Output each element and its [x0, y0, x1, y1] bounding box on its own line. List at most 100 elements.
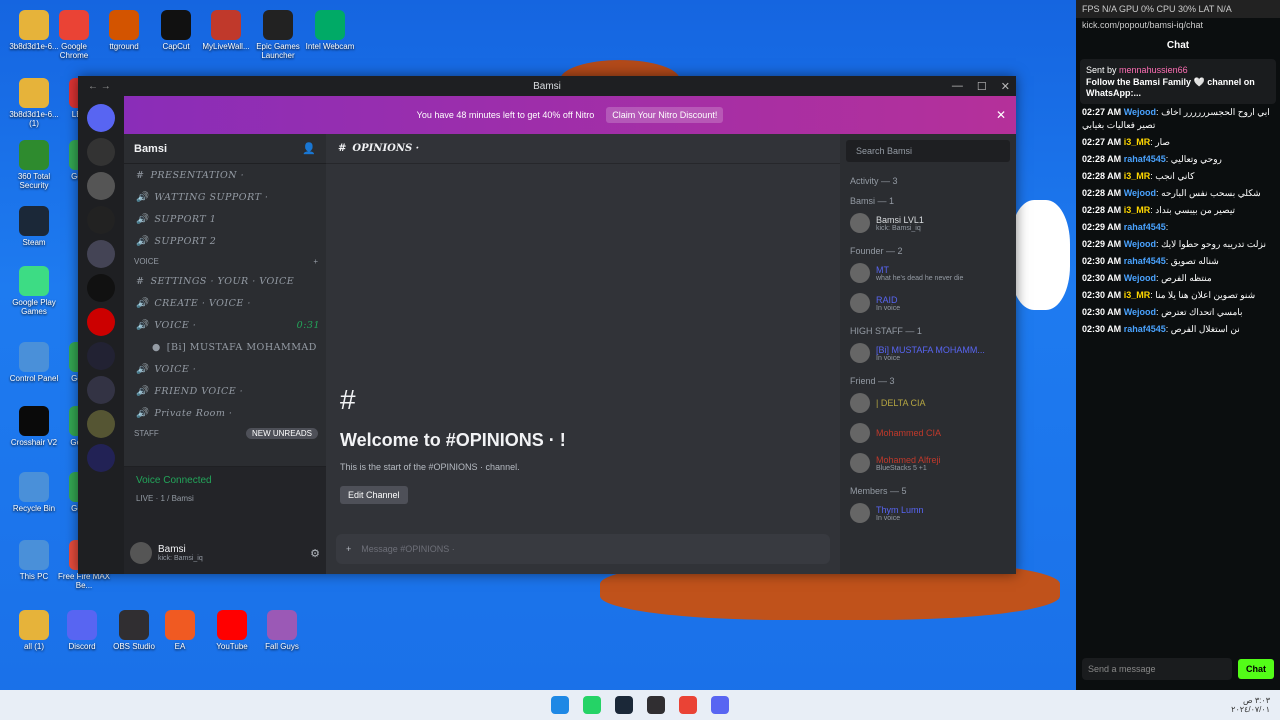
- search-input[interactable]: Search Bamsi: [846, 140, 1010, 162]
- server-icon[interactable]: [87, 342, 115, 370]
- message-user[interactable]: i3_MR: [1124, 290, 1151, 300]
- channel-item[interactable]: # PRESENTATION ·: [124, 164, 326, 186]
- chat-send-button[interactable]: Chat: [1238, 659, 1274, 679]
- settings-icon[interactable]: ⚙: [310, 547, 320, 560]
- server-icon[interactable]: [87, 376, 115, 404]
- desktop-icon[interactable]: OBS Studio: [108, 610, 160, 651]
- app-icon: [19, 406, 49, 436]
- message-user[interactable]: i3_MR: [1124, 137, 1151, 147]
- voice-category[interactable]: VOICE +: [124, 252, 326, 270]
- pinned-user[interactable]: mennahussien66: [1119, 65, 1188, 75]
- desktop-icon[interactable]: EA: [154, 610, 206, 651]
- add-channel-icon[interactable]: +: [313, 257, 318, 266]
- message-user[interactable]: i3_MR: [1124, 205, 1151, 215]
- activity-header[interactable]: Activity — 3: [840, 168, 1016, 188]
- server-header[interactable]: Bamsi 👤: [124, 134, 326, 164]
- member-item[interactable]: RAID In voice: [840, 288, 1016, 318]
- send-message-input[interactable]: Send a message: [1082, 658, 1232, 680]
- desktop-icon[interactable]: ttground: [98, 10, 150, 51]
- desktop-icon[interactable]: Intel Webcam: [304, 10, 356, 51]
- add-icon[interactable]: +: [346, 544, 351, 554]
- server-icon[interactable]: [87, 274, 115, 302]
- staff-category[interactable]: STAFF NEW UNREADS: [124, 424, 326, 442]
- message-user[interactable]: rahaf4545: [1124, 256, 1166, 266]
- desktop-icon[interactable]: 360 Total Security: [8, 140, 60, 190]
- app-icon: [19, 206, 49, 236]
- desktop-icon[interactable]: all (1): [8, 610, 60, 651]
- message-text: شنو تصوين اعلان هنا يلا منا: [1155, 290, 1256, 300]
- whatsapp-icon[interactable]: [583, 696, 601, 714]
- close-icon[interactable]: ✕: [996, 108, 1006, 122]
- message-user[interactable]: i3_MR: [1124, 171, 1151, 181]
- server-icon[interactable]: [87, 240, 115, 268]
- add-member-icon[interactable]: 👤: [302, 142, 316, 155]
- message-user[interactable]: Wejood: [1124, 107, 1156, 117]
- server-icon[interactable]: [87, 138, 115, 166]
- server-icon[interactable]: [87, 206, 115, 234]
- channel-item[interactable]: 🔊 Private Room ·: [124, 402, 326, 424]
- maximize-button[interactable]: ☐: [977, 80, 987, 93]
- channel-item[interactable]: ● [Bi] MUSTAFA MOHAMMAD: [124, 336, 326, 358]
- member-item[interactable]: Mohamed Alfreji BlueStacks 5 +1: [840, 448, 1016, 478]
- message-user[interactable]: Wejood: [1124, 188, 1156, 198]
- chat-message: 02:28 AM i3_MR: كاني انجب: [1082, 171, 1195, 181]
- url-bar[interactable]: kick.com/popout/bamsi-iq/chat: [1076, 18, 1280, 32]
- desktop-icon[interactable]: Steam: [8, 206, 60, 247]
- desktop-icon[interactable]: MyLiveWall...: [200, 10, 252, 51]
- server-icon[interactable]: [87, 104, 115, 132]
- desktop-icon[interactable]: This PC: [8, 540, 60, 581]
- windows-start-icon[interactable]: [551, 696, 569, 714]
- channel-item[interactable]: 🔊 FRIEND VOICE ·: [124, 380, 326, 402]
- edit-channel-button[interactable]: Edit Channel: [340, 486, 408, 504]
- message-user[interactable]: rahaf4545: [1124, 324, 1166, 334]
- channel-item[interactable]: 🔊 SUPPORT 2: [124, 230, 326, 252]
- channel-item[interactable]: 🔊 WATTING SUPPORT ·: [124, 186, 326, 208]
- member-item[interactable]: Thym Lumn In voice: [840, 498, 1016, 528]
- desktop-icon[interactable]: YouTube: [206, 610, 258, 651]
- member-item[interactable]: Mohammed CIA: [840, 418, 1016, 448]
- message-input[interactable]: Message #OPINIONS ·: [361, 544, 455, 554]
- channel-item[interactable]: # SETTINGS · YOUR · VOICE: [124, 270, 326, 292]
- channel-item[interactable]: 🔊 CREATE · VOICE ·: [124, 292, 326, 314]
- nitro-claim-button[interactable]: Claim Your Nitro Discount!: [606, 107, 724, 123]
- desktop-icon[interactable]: Fall Guys: [256, 610, 308, 651]
- voice-connected[interactable]: Voice Connected: [124, 467, 326, 494]
- message-user[interactable]: rahaf4545: [1124, 154, 1166, 164]
- discord-icon[interactable]: [711, 696, 729, 714]
- desktop-icon[interactable]: Google Chrome: [48, 10, 100, 60]
- server-icon[interactable]: [87, 172, 115, 200]
- desktop-icon[interactable]: Epic Games Launcher: [252, 10, 304, 60]
- close-button[interactable]: ✕: [1001, 80, 1010, 93]
- member-item[interactable]: MT what he's dead he never die: [840, 258, 1016, 288]
- channel-item[interactable]: 🔊 VOICE ·: [124, 358, 326, 380]
- avatar[interactable]: [130, 542, 152, 564]
- message-user[interactable]: Wejood: [1124, 273, 1156, 283]
- channel-item[interactable]: 🔊 VOICE · 0:31: [124, 314, 326, 336]
- message-user[interactable]: Wejood: [1124, 239, 1156, 249]
- new-unreads-badge[interactable]: NEW UNREADS: [245, 427, 318, 439]
- member-item[interactable]: Bamsi LVL1 kick: Bamsi_iq: [840, 208, 1016, 238]
- desktop-icon[interactable]: CapCut: [150, 10, 202, 51]
- message-user[interactable]: rahaf4545: [1124, 222, 1166, 232]
- chat-message: 02:30 AM rahaf4545: شناله تصويق: [1082, 256, 1219, 266]
- chat-message: 02:27 AM i3_MR: صار: [1082, 137, 1170, 147]
- member-item[interactable]: | DELTA CIA: [840, 388, 1016, 418]
- desktop-icon[interactable]: Crosshair V2: [8, 406, 60, 447]
- server-icon[interactable]: [87, 444, 115, 472]
- desktop-icon[interactable]: Control Panel: [8, 342, 60, 383]
- steam-icon[interactable]: [615, 696, 633, 714]
- speaker-icon: 🔊: [136, 385, 149, 397]
- member-item[interactable]: [Bi] MUSTAFA MOHAMM... In voice: [840, 338, 1016, 368]
- desktop-icon[interactable]: 3b8d3d1e-6... (1): [8, 78, 60, 128]
- desktop-icon[interactable]: Discord: [56, 610, 108, 651]
- desktop-icon[interactable]: Google Play Games: [8, 266, 60, 316]
- back-icon[interactable]: ← →: [88, 81, 111, 92]
- minimize-button[interactable]: —: [952, 80, 963, 93]
- obs-icon[interactable]: [647, 696, 665, 714]
- desktop-icon[interactable]: Recycle Bin: [8, 472, 60, 513]
- server-icon[interactable]: [87, 308, 115, 336]
- server-icon[interactable]: [87, 410, 115, 438]
- chrome-icon[interactable]: [679, 696, 697, 714]
- channel-item[interactable]: 🔊 SUPPORT 1: [124, 208, 326, 230]
- message-user[interactable]: Wejood: [1124, 307, 1156, 317]
